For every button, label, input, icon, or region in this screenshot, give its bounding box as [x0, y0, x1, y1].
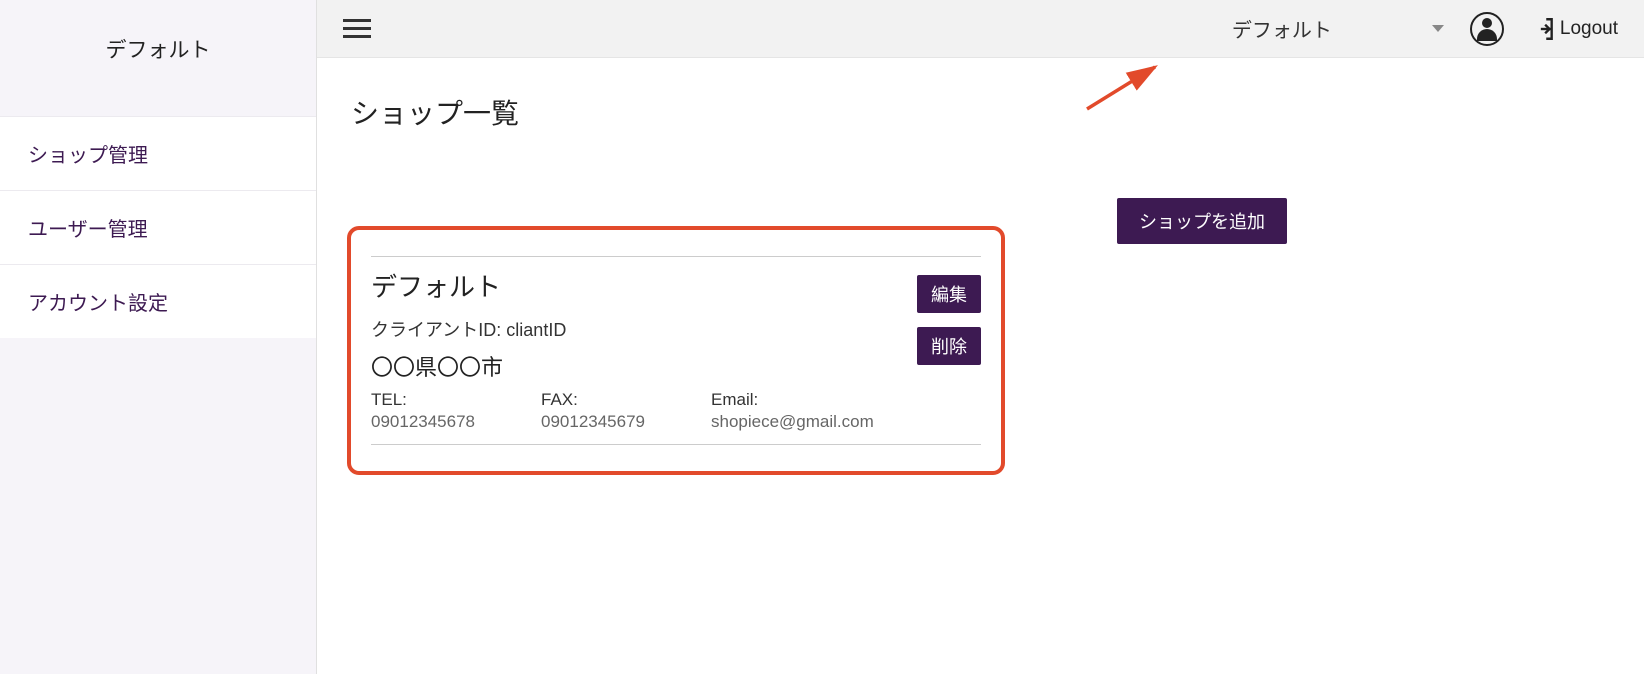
shop-card-actions: 編集 削除 — [917, 267, 981, 432]
shop-selector-dropdown[interactable]: デフォルト — [1232, 14, 1444, 43]
sidebar-nav: ショップ管理 ユーザー管理 アカウント設定 — [0, 116, 316, 338]
chevron-down-icon — [1432, 25, 1444, 32]
shop-selector-label: デフォルト — [1232, 14, 1332, 43]
fax-label: FAX: — [541, 390, 671, 410]
content-area: ショップ一覧 ショップを追加 デフォルト クライアントID: cliantID … — [317, 58, 1644, 674]
page-title: ショップ一覧 — [347, 92, 1614, 132]
topbar: デフォルト Logout — [317, 0, 1644, 58]
add-shop-button[interactable]: ショップを追加 — [1117, 198, 1287, 244]
sidebar-title: デフォルト — [0, 0, 316, 98]
logout-label: Logout — [1560, 18, 1618, 40]
client-id-value: cliantID — [506, 320, 566, 340]
fax-value: 09012345679 — [541, 412, 671, 432]
sidebar-item-label: ショップ管理 — [28, 145, 148, 167]
shop-card: デフォルト クライアントID: cliantID 〇〇県〇〇市 TEL: 090… — [371, 256, 981, 445]
logout-icon — [1530, 16, 1556, 42]
delete-button[interactable]: 削除 — [917, 327, 981, 365]
logout-button[interactable]: Logout — [1530, 16, 1618, 42]
shop-contacts: TEL: 09012345678 FAX: 09012345679 Email:… — [371, 390, 899, 432]
main-area: デフォルト Logout ショップ一覧 ショップを追加 — [316, 0, 1644, 674]
tel-label: TEL: — [371, 390, 501, 410]
sidebar-item-user-management[interactable]: ユーザー管理 — [0, 191, 316, 265]
contact-tel: TEL: 09012345678 — [371, 390, 501, 432]
hamburger-menu-icon[interactable] — [343, 15, 371, 43]
shop-name: デフォルト — [371, 267, 899, 304]
sidebar-item-label: アカウント設定 — [28, 293, 168, 315]
client-id-label: クライアントID: — [371, 320, 501, 340]
contact-fax: FAX: 09012345679 — [541, 390, 671, 432]
shop-card-highlighted: デフォルト クライアントID: cliantID 〇〇県〇〇市 TEL: 090… — [347, 226, 1005, 475]
shop-client-id: クライアントID: cliantID — [371, 316, 899, 342]
sidebar-item-label: ユーザー管理 — [28, 219, 148, 241]
annotation-arrow-icon — [1077, 59, 1167, 119]
email-value: shopiece@gmail.com — [711, 412, 874, 432]
sidebar-item-shop-management[interactable]: ショップ管理 — [0, 116, 316, 191]
avatar-icon[interactable] — [1470, 12, 1504, 46]
tel-value: 09012345678 — [371, 412, 501, 432]
topbar-left — [343, 15, 371, 43]
email-label: Email: — [711, 390, 874, 410]
topbar-right: デフォルト Logout — [1232, 12, 1618, 46]
sidebar: デフォルト ショップ管理 ユーザー管理 アカウント設定 — [0, 0, 316, 674]
shop-card-body: デフォルト クライアントID: cliantID 〇〇県〇〇市 TEL: 090… — [371, 267, 899, 432]
edit-button[interactable]: 編集 — [917, 275, 981, 313]
sidebar-item-account-settings[interactable]: アカウント設定 — [0, 265, 316, 338]
contact-email: Email: shopiece@gmail.com — [711, 390, 874, 432]
shop-address: 〇〇県〇〇市 — [371, 350, 899, 382]
